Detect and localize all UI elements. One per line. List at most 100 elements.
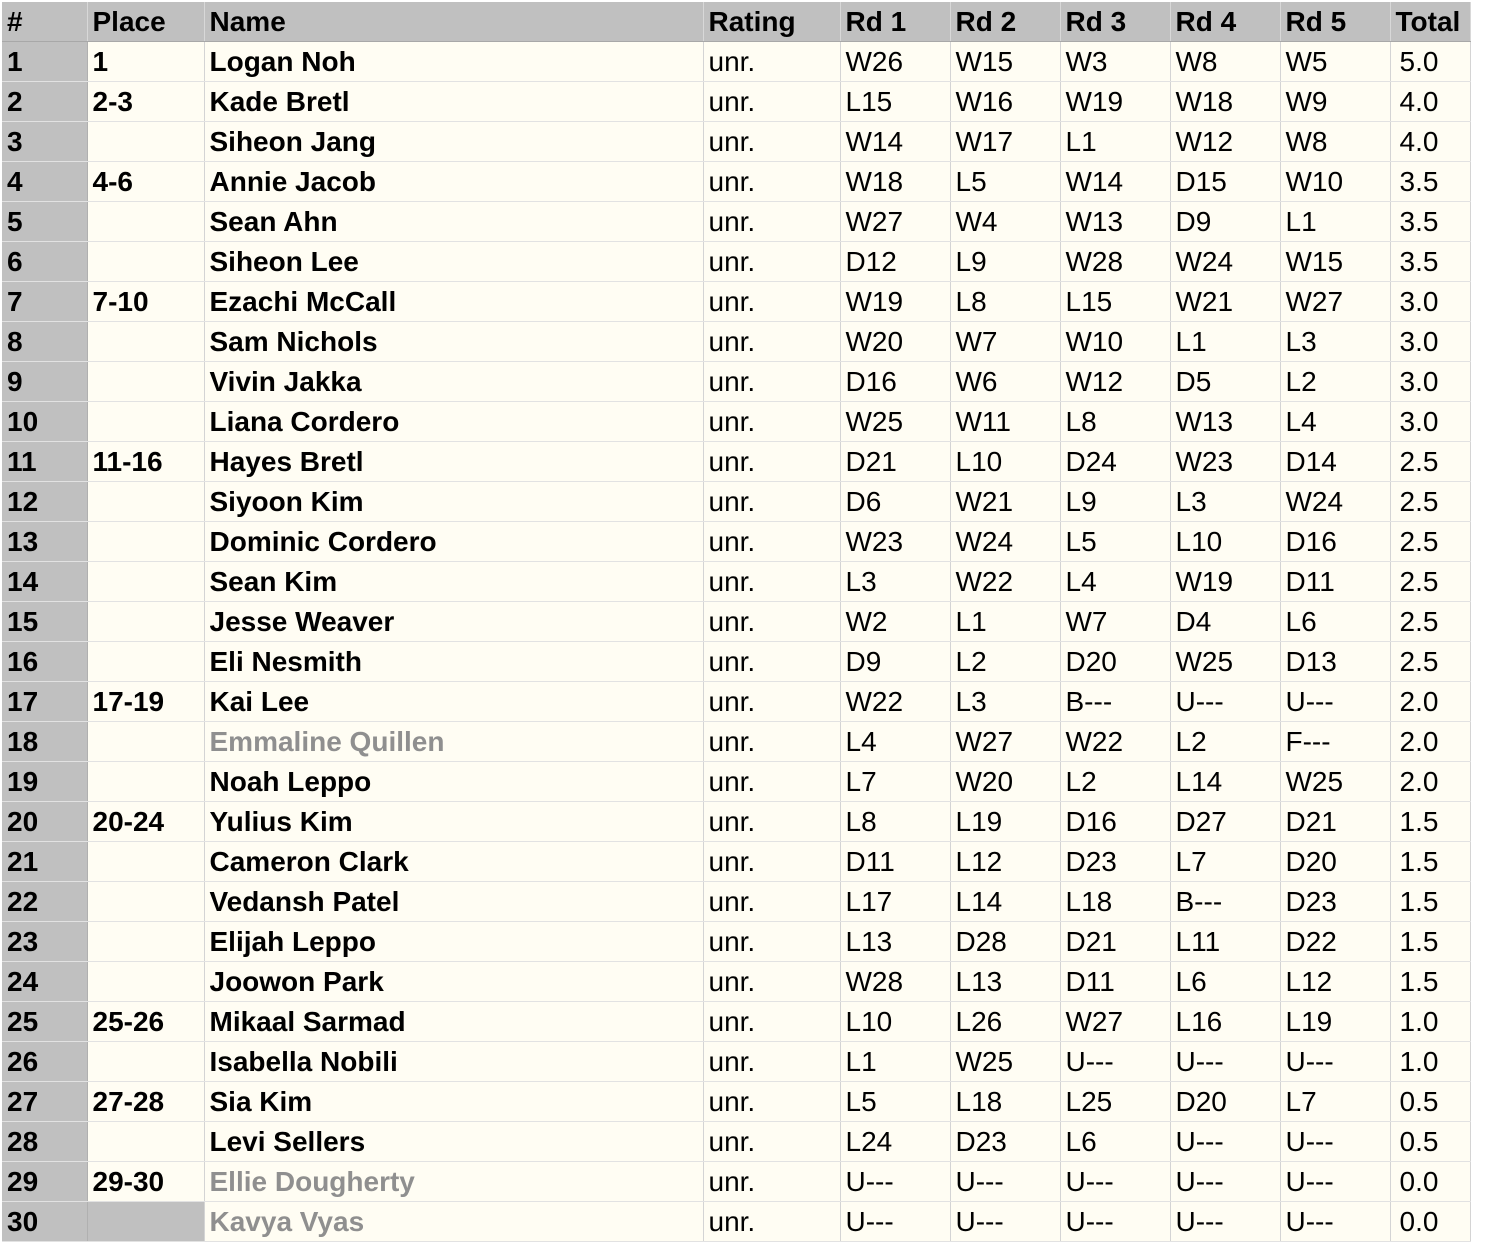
rating-cell[interactable]: unr.: [703, 761, 841, 802]
place-cell[interactable]: [87, 561, 205, 602]
round-1-cell[interactable]: W14: [840, 121, 951, 162]
row-number-cell[interactable]: 16: [2, 641, 88, 682]
player-name-cell[interactable]: Logan Noh: [204, 41, 704, 82]
round-3-cell[interactable]: D21: [1060, 921, 1171, 962]
rating-cell[interactable]: unr.: [703, 881, 841, 922]
player-name-cell[interactable]: Kavya Vyas: [204, 1201, 704, 1242]
round-4-cell[interactable]: D20: [1170, 1081, 1281, 1122]
round-3-cell[interactable]: W22: [1060, 721, 1171, 762]
player-name-cell[interactable]: Hayes Bretl: [204, 441, 704, 482]
total-cell[interactable]: 1.5: [1390, 841, 1471, 882]
rating-cell[interactable]: unr.: [703, 441, 841, 482]
row-number-cell[interactable]: 1: [2, 41, 88, 82]
round-1-cell[interactable]: L8: [840, 801, 951, 842]
round-2-cell[interactable]: L8: [950, 281, 1061, 322]
player-name-cell[interactable]: Siheon Jang: [204, 121, 704, 162]
player-name-cell[interactable]: Sia Kim: [204, 1081, 704, 1122]
round-1-cell[interactable]: D11: [840, 841, 951, 882]
row-number-cell[interactable]: 14: [2, 561, 88, 602]
total-cell[interactable]: 1.5: [1390, 881, 1471, 922]
rating-cell[interactable]: unr.: [703, 481, 841, 522]
rating-cell[interactable]: unr.: [703, 961, 841, 1002]
round-2-cell[interactable]: L12: [950, 841, 1061, 882]
place-cell[interactable]: [87, 121, 205, 162]
header-name[interactable]: Name: [204, 2, 704, 42]
player-name-cell[interactable]: Yulius Kim: [204, 801, 704, 842]
player-name-cell[interactable]: Emmaline Quillen: [204, 721, 704, 762]
row-number-cell[interactable]: 7: [2, 281, 88, 322]
round-5-cell[interactable]: D13: [1280, 641, 1391, 682]
round-1-cell[interactable]: L3: [840, 561, 951, 602]
row-number-cell[interactable]: 20: [2, 801, 88, 842]
round-3-cell[interactable]: L15: [1060, 281, 1171, 322]
round-3-cell[interactable]: D16: [1060, 801, 1171, 842]
round-3-cell[interactable]: D24: [1060, 441, 1171, 482]
round-2-cell[interactable]: D28: [950, 921, 1061, 962]
round-5-cell[interactable]: D21: [1280, 801, 1391, 842]
round-4-cell[interactable]: B---: [1170, 881, 1281, 922]
player-name-cell[interactable]: Kai Lee: [204, 681, 704, 722]
rating-cell[interactable]: unr.: [703, 241, 841, 282]
row-number-cell[interactable]: 6: [2, 241, 88, 282]
round-3-cell[interactable]: L9: [1060, 481, 1171, 522]
player-name-cell[interactable]: Eli Nesmith: [204, 641, 704, 682]
total-cell[interactable]: 3.0: [1390, 321, 1471, 362]
round-1-cell[interactable]: W26: [840, 41, 951, 82]
rating-cell[interactable]: unr.: [703, 201, 841, 242]
player-name-cell[interactable]: Dominic Cordero: [204, 521, 704, 562]
rating-cell[interactable]: unr.: [703, 601, 841, 642]
round-1-cell[interactable]: D12: [840, 241, 951, 282]
round-5-cell[interactable]: D20: [1280, 841, 1391, 882]
total-cell[interactable]: 3.0: [1390, 281, 1471, 322]
round-1-cell[interactable]: W2: [840, 601, 951, 642]
total-cell[interactable]: 2.5: [1390, 521, 1471, 562]
round-4-cell[interactable]: L10: [1170, 521, 1281, 562]
round-1-cell[interactable]: W19: [840, 281, 951, 322]
place-cell[interactable]: 25-26: [87, 1001, 205, 1042]
total-cell[interactable]: 3.0: [1390, 361, 1471, 402]
row-number-cell[interactable]: 5: [2, 201, 88, 242]
round-5-cell[interactable]: W25: [1280, 761, 1391, 802]
row-number-cell[interactable]: 13: [2, 521, 88, 562]
round-2-cell[interactable]: L2: [950, 641, 1061, 682]
place-cell[interactable]: 17-19: [87, 681, 205, 722]
total-cell[interactable]: 0.5: [1390, 1081, 1471, 1122]
round-5-cell[interactable]: D14: [1280, 441, 1391, 482]
round-4-cell[interactable]: W24: [1170, 241, 1281, 282]
total-cell[interactable]: 2.5: [1390, 561, 1471, 602]
place-cell[interactable]: [87, 321, 205, 362]
round-5-cell[interactable]: F---: [1280, 721, 1391, 762]
place-cell[interactable]: 1: [87, 41, 205, 82]
round-4-cell[interactable]: U---: [1170, 681, 1281, 722]
round-4-cell[interactable]: W13: [1170, 401, 1281, 442]
rating-cell[interactable]: unr.: [703, 1161, 841, 1202]
round-2-cell[interactable]: W6: [950, 361, 1061, 402]
player-name-cell[interactable]: Ellie Dougherty: [204, 1161, 704, 1202]
round-3-cell[interactable]: L5: [1060, 521, 1171, 562]
player-name-cell[interactable]: Joowon Park: [204, 961, 704, 1002]
place-cell[interactable]: [87, 1041, 205, 1082]
round-1-cell[interactable]: W18: [840, 161, 951, 202]
row-number-cell[interactable]: 4: [2, 161, 88, 202]
row-number-cell[interactable]: 17: [2, 681, 88, 722]
header-total[interactable]: Total: [1390, 2, 1471, 42]
round-5-cell[interactable]: L1: [1280, 201, 1391, 242]
round-4-cell[interactable]: W19: [1170, 561, 1281, 602]
round-5-cell[interactable]: L3: [1280, 321, 1391, 362]
round-5-cell[interactable]: L4: [1280, 401, 1391, 442]
round-4-cell[interactable]: L3: [1170, 481, 1281, 522]
rating-cell[interactable]: unr.: [703, 681, 841, 722]
rating-cell[interactable]: unr.: [703, 121, 841, 162]
round-3-cell[interactable]: L25: [1060, 1081, 1171, 1122]
total-cell[interactable]: 5.0: [1390, 41, 1471, 82]
total-cell[interactable]: 2.5: [1390, 601, 1471, 642]
row-number-cell[interactable]: 2: [2, 81, 88, 122]
round-1-cell[interactable]: L15: [840, 81, 951, 122]
round-3-cell[interactable]: W28: [1060, 241, 1171, 282]
round-3-cell[interactable]: U---: [1060, 1041, 1171, 1082]
row-number-cell[interactable]: 26: [2, 1041, 88, 1082]
round-3-cell[interactable]: W14: [1060, 161, 1171, 202]
place-cell[interactable]: [87, 361, 205, 402]
rating-cell[interactable]: unr.: [703, 1081, 841, 1122]
row-number-cell[interactable]: 22: [2, 881, 88, 922]
